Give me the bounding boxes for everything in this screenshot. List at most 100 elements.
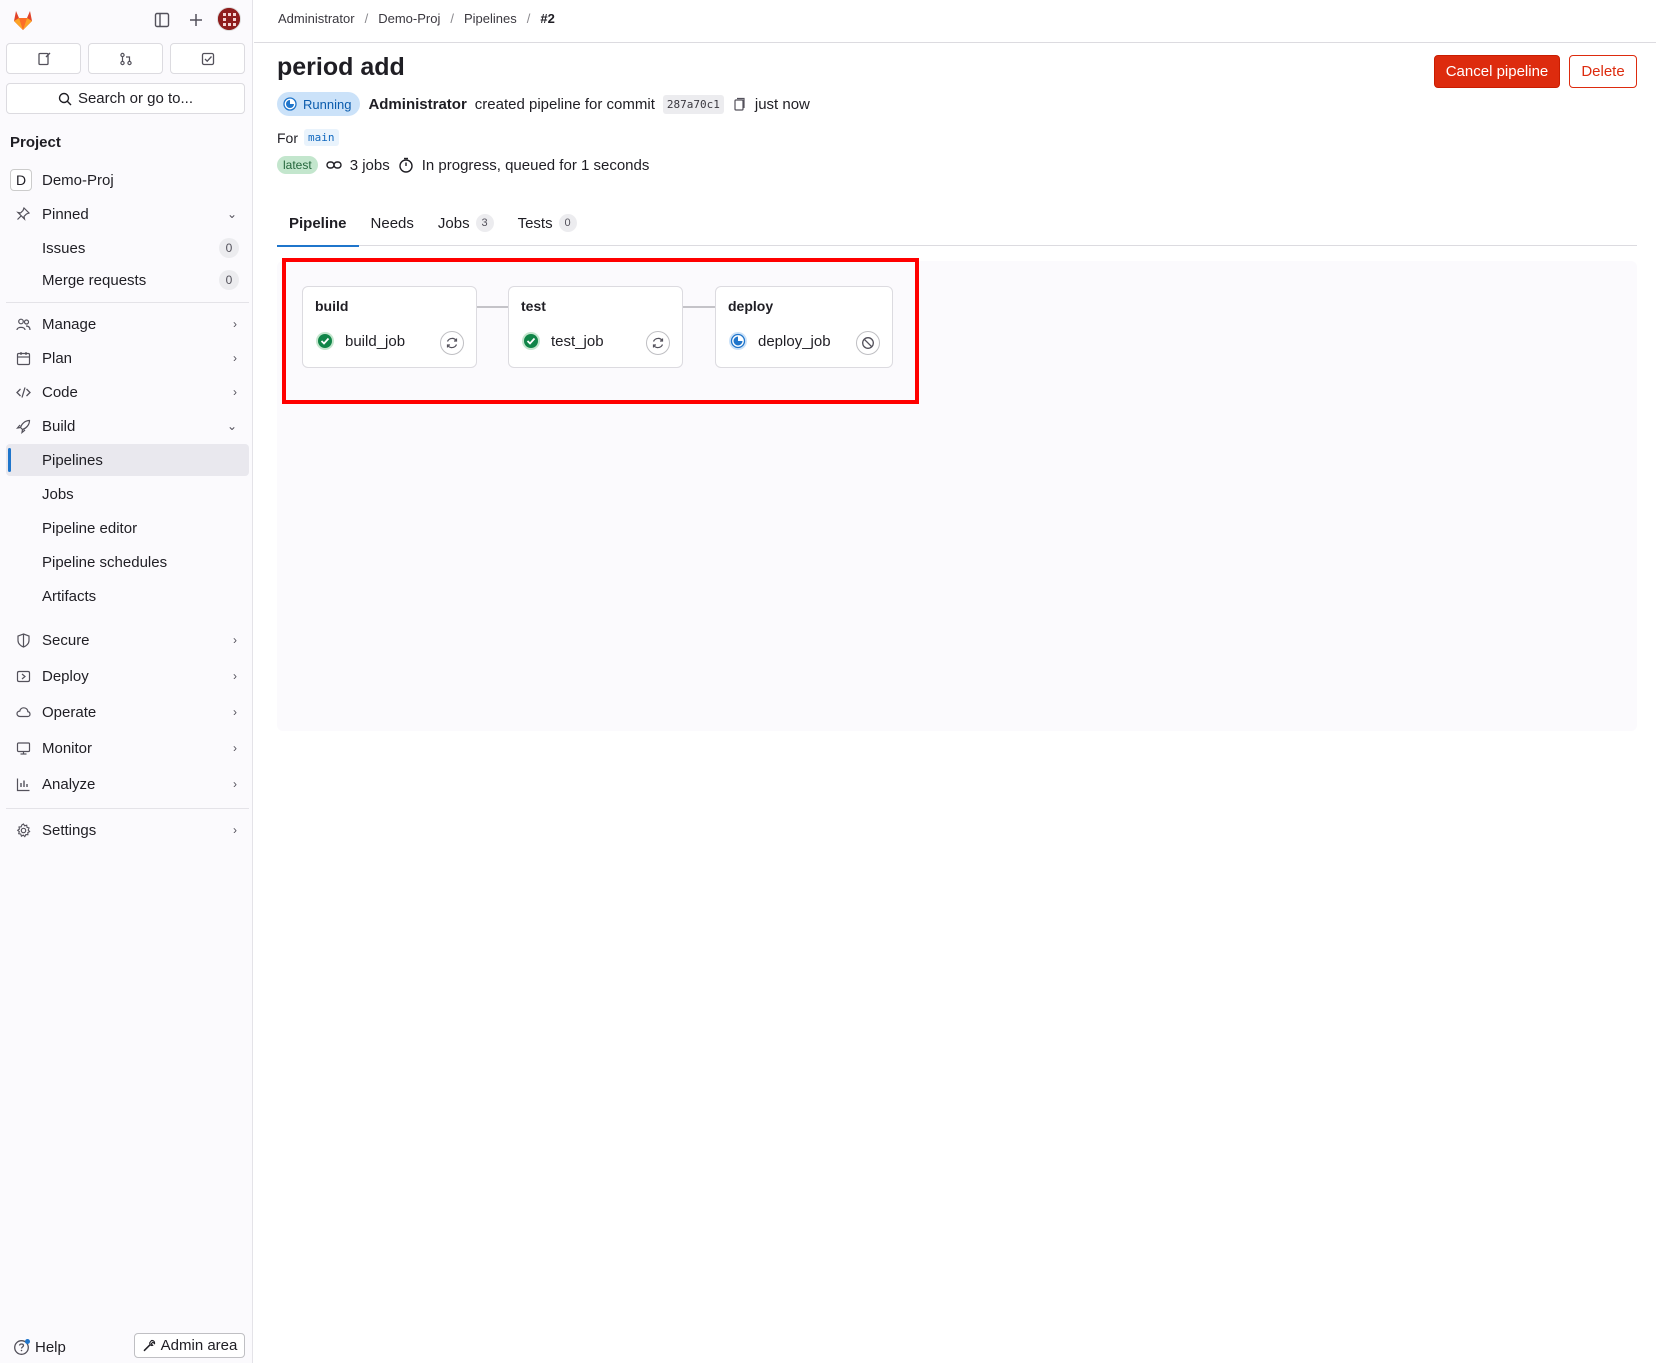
stage-name: test (521, 298, 546, 314)
tab-tests[interactable]: Tests 0 (506, 200, 589, 246)
admin-area-label: Admin area (160, 1337, 238, 1354)
sidebar-item-pipeline-schedules[interactable]: Pipeline schedules (6, 546, 249, 578)
stage-name: deploy (728, 298, 774, 314)
sidebar-project-link[interactable]: D Demo-Proj (6, 164, 249, 196)
sidebar-item-label: Pipelines (42, 451, 103, 469)
copy-icon[interactable] (732, 97, 747, 112)
tab-needs[interactable]: Needs (359, 200, 426, 246)
sidebar-item-label: Deploy (42, 667, 89, 685)
breadcrumb-item[interactable]: Demo-Proj (378, 11, 440, 26)
action-text: created pipeline for commit (474, 95, 655, 113)
sidebar-item-artifacts[interactable]: Artifacts (6, 580, 249, 612)
sidebar-item-secure[interactable]: Secure › (6, 624, 249, 656)
monitor-icon (14, 739, 32, 757)
cancel-icon (862, 337, 874, 349)
user-avatar[interactable] (217, 7, 241, 31)
stage-build: build build_job (302, 286, 477, 368)
chevron-right-icon: › (233, 777, 237, 791)
breadcrumb-separator: / (364, 11, 369, 26)
chevron-down-icon: ⌄ (226, 419, 237, 433)
job-name: test_job (551, 332, 604, 350)
tab-label: Needs (370, 214, 414, 232)
app: Search or go to... Project D Demo-Proj P… (0, 0, 1656, 1363)
sidebar-item-label: Plan (42, 349, 73, 367)
calendar-icon (14, 349, 32, 367)
status-label: Running (303, 96, 352, 112)
ref-row: For main (277, 129, 339, 146)
sidebar-item-pinned[interactable]: Pinned ⌄ (6, 198, 249, 230)
timer-icon (399, 157, 413, 173)
help-button[interactable]: Help (13, 1338, 66, 1356)
retry-button[interactable] (440, 331, 464, 355)
sidebar-item-deploy[interactable]: Deploy › (6, 660, 249, 692)
sidebar-item-label: Pipeline editor (42, 519, 138, 537)
tab-count: 0 (558, 214, 577, 232)
breadcrumb-current[interactable]: #2 (540, 11, 554, 26)
deploy-icon (14, 667, 32, 685)
sidebar-item-operate[interactable]: Operate › (6, 696, 249, 728)
users-icon (14, 315, 32, 333)
sidebar-item-manage[interactable]: Manage › (6, 308, 249, 340)
breadcrumb-separator: / (526, 11, 531, 26)
todo-tab-icon[interactable] (170, 43, 245, 74)
commit-sha[interactable]: 287a70c1 (662, 94, 724, 114)
sidebar-section-title: Project (10, 134, 61, 151)
chevron-right-icon: › (233, 351, 237, 365)
tab-jobs[interactable]: Jobs 3 (426, 200, 506, 246)
stage-test: test test_job (508, 286, 683, 368)
breadcrumb: Administrator / Demo-Proj / Pipelines / … (278, 11, 555, 26)
admin-area-button[interactable]: Admin area (134, 1333, 245, 1358)
success-status-icon (316, 332, 334, 350)
progress-text: In progress, queued for 1 seconds (421, 156, 650, 174)
job-test[interactable]: test_job (521, 331, 604, 351)
search-button[interactable]: Search or go to... (6, 83, 245, 114)
sidebar-item-label: Jobs (42, 485, 74, 503)
wrench-icon (143, 1339, 155, 1351)
merge-requests-tab-icon[interactable] (88, 43, 163, 74)
top-bar: Administrator / Demo-Proj / Pipelines / … (254, 0, 1656, 43)
cancel-pipeline-button[interactable]: Cancel pipeline (1434, 55, 1560, 88)
sidebar-item-code[interactable]: Code › (6, 376, 249, 408)
retry-button[interactable] (646, 331, 670, 355)
sidebar-item-label: Merge requests (42, 271, 147, 289)
tab-label: Jobs (437, 214, 470, 232)
breadcrumb-item[interactable]: Pipelines (464, 11, 517, 26)
retry-icon (652, 337, 664, 349)
chart-icon (14, 775, 32, 793)
sidebar-item-monitor[interactable]: Monitor › (6, 732, 249, 764)
sidebar-item-build[interactable]: Build ⌄ (6, 410, 249, 442)
delete-button[interactable]: Delete (1569, 55, 1637, 88)
sidebar-item-label: Analyze (42, 775, 96, 793)
sidebar-item-label: Settings (42, 821, 97, 839)
sidebar-item-pipeline-editor[interactable]: Pipeline editor (6, 512, 249, 544)
plus-icon[interactable] (184, 8, 208, 32)
job-build[interactable]: build_job (315, 331, 405, 351)
author-link[interactable]: Administrator (368, 96, 466, 113)
sidebar-item-jobs[interactable]: Jobs (6, 478, 249, 510)
stage-connector (476, 306, 510, 308)
sidebar-toggle-icon[interactable] (150, 8, 174, 32)
sidebar-item-label: Manage (42, 315, 97, 333)
sidebar-header (0, 0, 253, 38)
time-ago: just now (754, 95, 810, 113)
sidebar-item-plan[interactable]: Plan › (6, 342, 249, 374)
breadcrumb-item[interactable]: Administrator (278, 11, 355, 26)
search-icon (58, 92, 72, 105)
job-deploy[interactable]: deploy_job (728, 331, 831, 351)
branch-ref[interactable]: main (304, 129, 339, 146)
issues-tab-icon[interactable] (6, 43, 81, 74)
chevron-right-icon: › (233, 633, 237, 647)
sidebar-item-pipelines[interactable]: Pipelines (6, 444, 249, 476)
sidebar-item-analyze[interactable]: Analyze › (6, 768, 249, 800)
stage-name: build (315, 298, 349, 314)
sidebar-item-issues[interactable]: Issues 0 (6, 232, 249, 264)
cancel-job-button[interactable] (856, 331, 880, 355)
sidebar-item-settings[interactable]: Settings › (6, 814, 249, 846)
chevron-right-icon: › (233, 705, 237, 719)
count-badge: 0 (219, 238, 239, 258)
status-badge[interactable]: Running (277, 92, 361, 116)
tab-pipeline[interactable]: Pipeline (277, 200, 359, 247)
stage-deploy: deploy deploy_job (715, 286, 893, 368)
sidebar-item-merge-requests[interactable]: Merge requests 0 (6, 264, 249, 296)
gitlab-logo-icon[interactable] (10, 6, 36, 32)
